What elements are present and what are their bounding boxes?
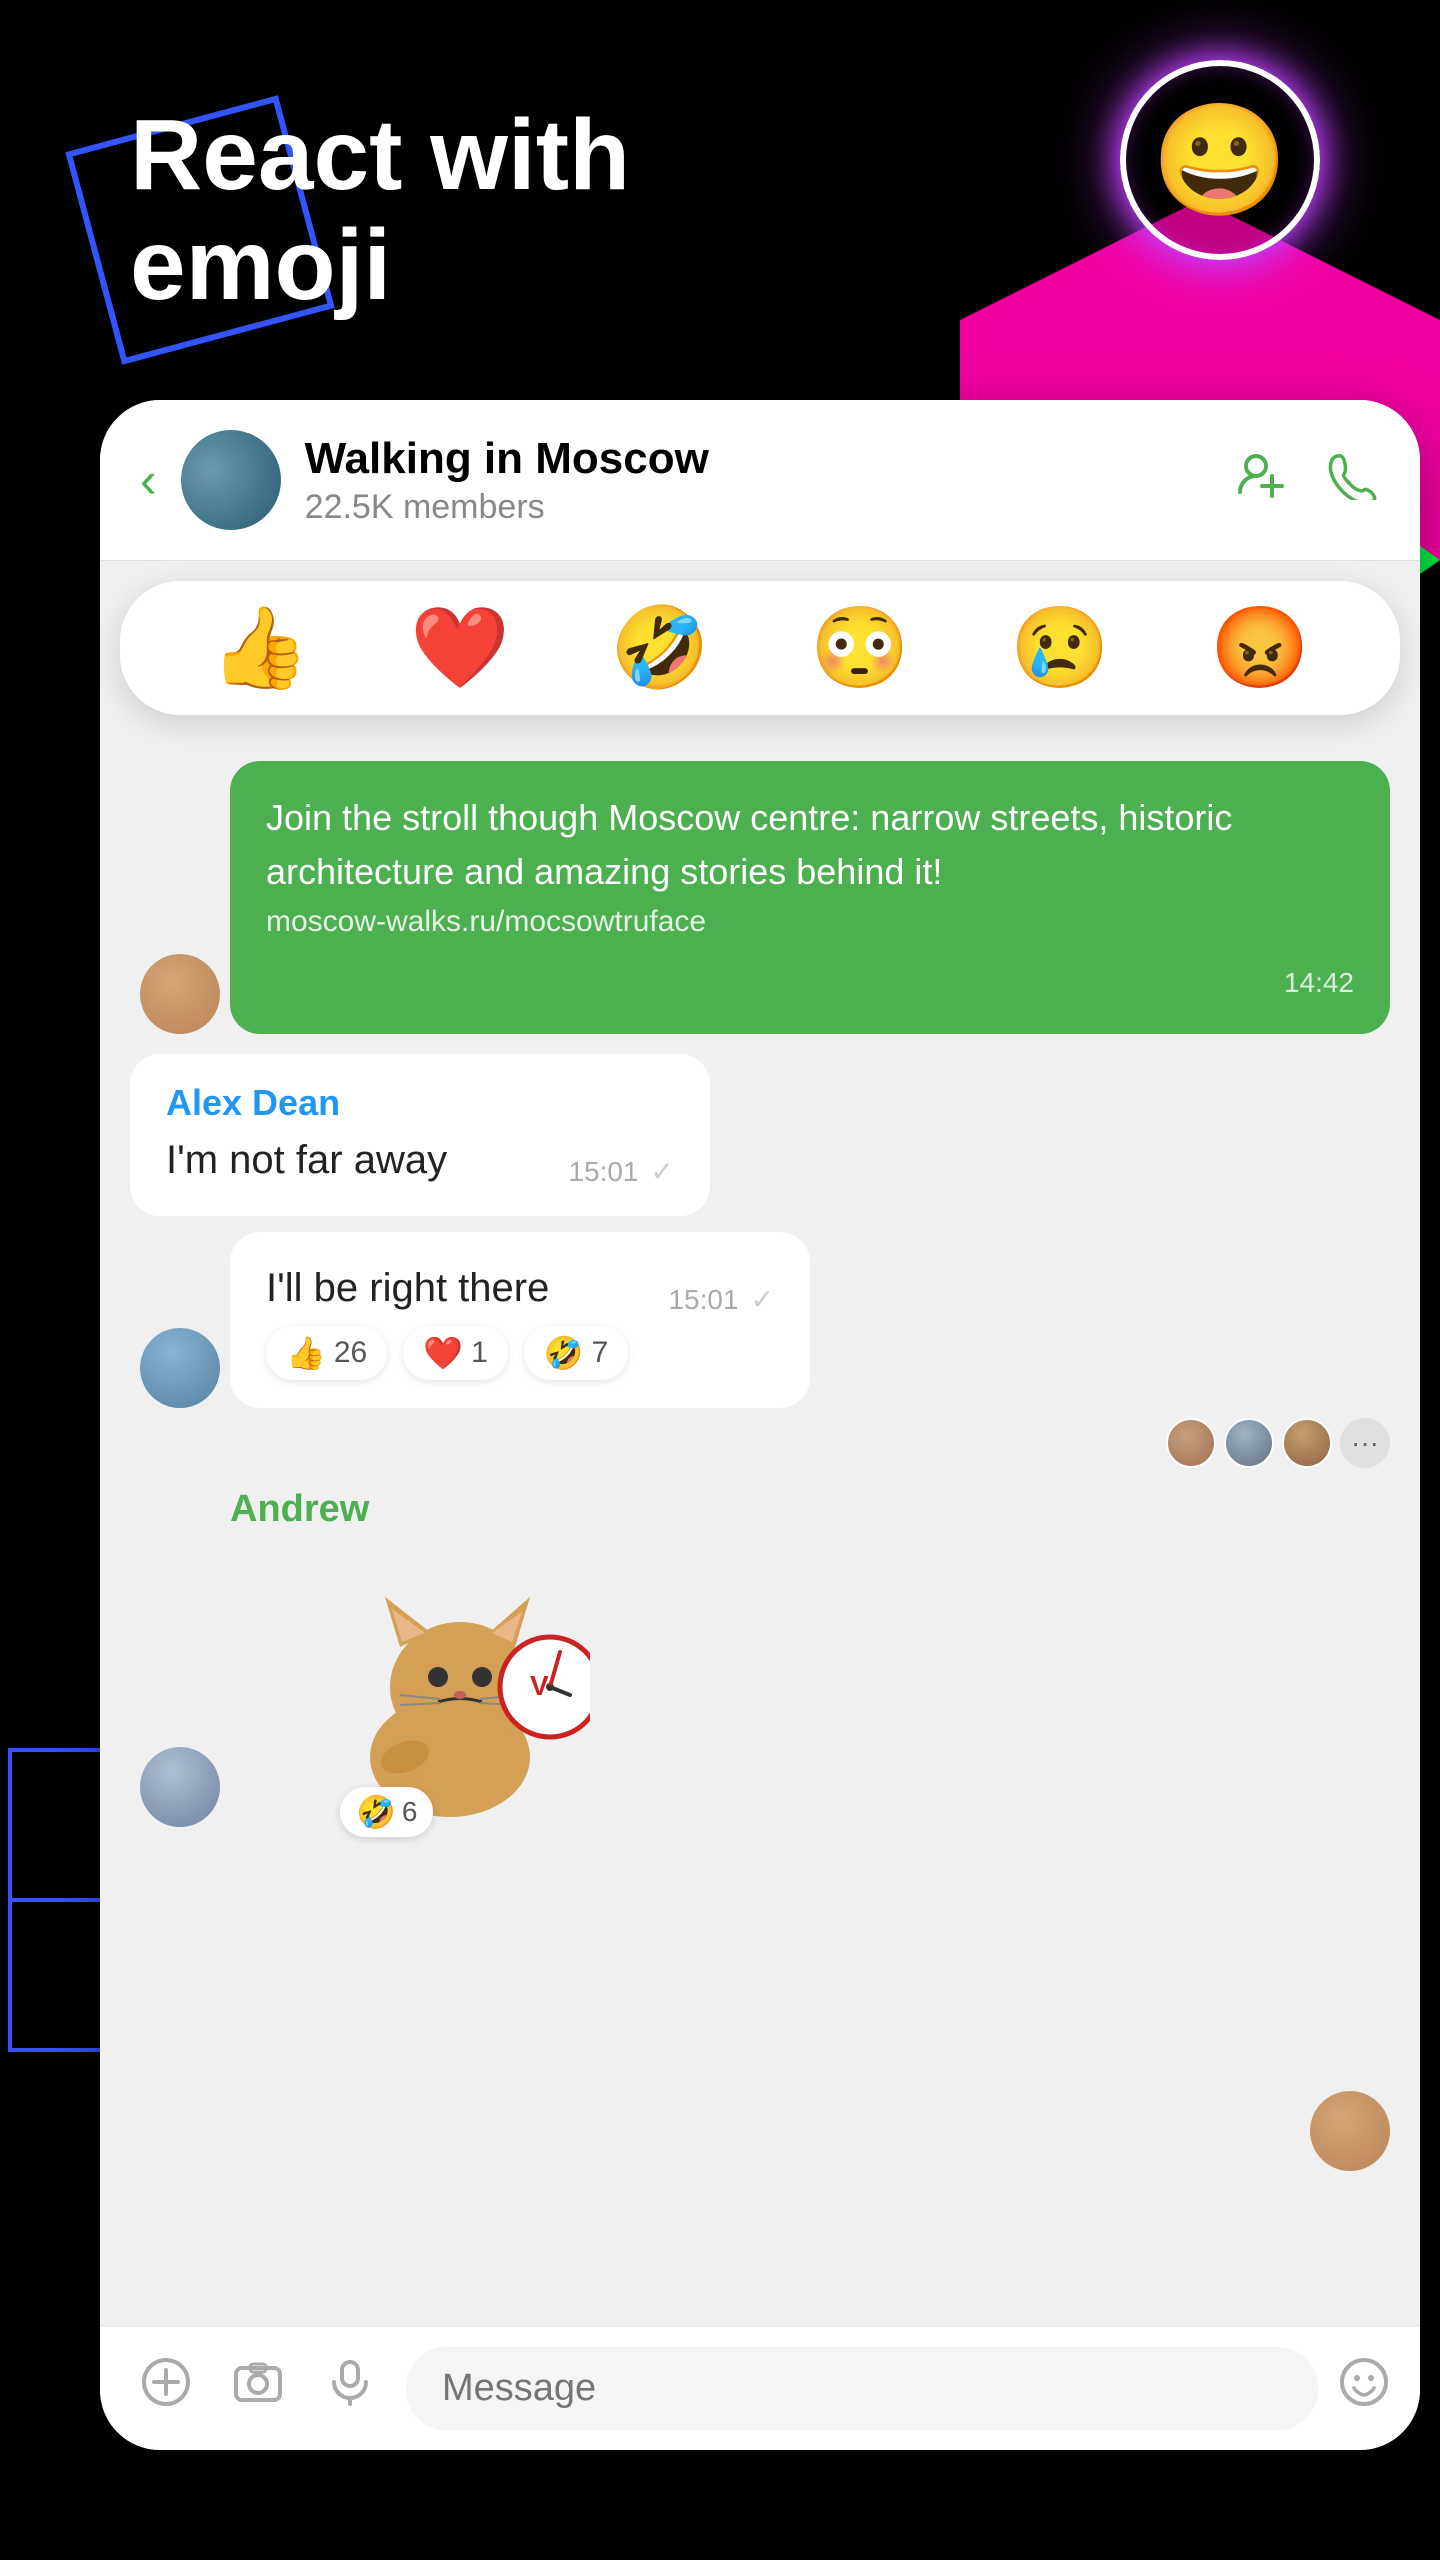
- green-message-time: 14:42: [1284, 962, 1354, 1004]
- svg-text:V: V: [530, 1670, 549, 1701]
- emoji-reaction-bar: 👍 ❤️ 🤣 😳 😢 😡: [120, 581, 1400, 715]
- right-there-bubble: I'll be right there 15:01 ✓ 👍26 ❤️1 🤣7: [230, 1232, 810, 1408]
- alex-dean-tick: ✓: [651, 1155, 674, 1188]
- sticker-row: V 🤣6: [230, 1547, 1390, 1827]
- reactions-row: 👍26 ❤️1 🤣7: [266, 1326, 774, 1380]
- chat-name: Walking in Moscow: [305, 434, 1212, 484]
- reaction-pill-thumbs[interactable]: 👍26: [266, 1326, 387, 1380]
- green-message-text: Join the stroll though Moscow centre: na…: [266, 791, 1354, 899]
- reaction-angry[interactable]: 😡: [1210, 601, 1310, 695]
- reaction-pill-heart[interactable]: ❤️1: [403, 1326, 508, 1380]
- microphone-button[interactable]: [314, 2356, 386, 2421]
- right-there-message-row: I'll be right there 15:01 ✓ 👍26 ❤️1 🤣7: [230, 1232, 1390, 1408]
- reaction-cry[interactable]: 😢: [1010, 601, 1110, 695]
- message-input[interactable]: [406, 2347, 1318, 2430]
- right-there-tick: ✓: [751, 1283, 774, 1316]
- chat-info: Walking in Moscow 22.5K members: [305, 434, 1212, 527]
- sticker-cat: V 🤣6: [330, 1547, 590, 1827]
- andrew-avatar: [140, 1747, 220, 1827]
- sender-avatar-2: [140, 1328, 220, 1408]
- chat-input-bar: [100, 2326, 1420, 2450]
- sticker-reaction-pill[interactable]: 🤣6: [340, 1787, 433, 1837]
- add-member-button[interactable]: [1236, 448, 1288, 513]
- green-message-row: Join the stroll though Moscow centre: na…: [230, 761, 1390, 1034]
- alex-dean-time: 15:01: [568, 1156, 638, 1188]
- viewers-more[interactable]: ···: [1340, 1418, 1390, 1468]
- viewer-avatar-1: [1166, 1418, 1216, 1468]
- chat-body[interactable]: 👍 ❤️ 🤣 😳 😢 😡 Join the stroll though Mosc…: [100, 561, 1420, 2311]
- green-message-link: moscow-walks.ru/mocsowtruface: [266, 899, 1354, 944]
- alex-dean-text: I'm not far away: [166, 1132, 447, 1188]
- neon-emoji: 😀: [1152, 96, 1289, 225]
- chat-avatar: [181, 430, 281, 530]
- alex-dean-bubble: Alex Dean I'm not far away 15:01 ✓: [130, 1054, 710, 1216]
- neon-emoji-icon: 😀: [1120, 60, 1320, 260]
- green-bubble: Join the stroll though Moscow centre: na…: [230, 761, 1390, 1034]
- reaction-heart[interactable]: ❤️: [410, 601, 510, 695]
- call-button[interactable]: [1328, 448, 1380, 513]
- hero-title: React with emoji: [130, 100, 630, 320]
- viewers-row: ···: [130, 1418, 1390, 1468]
- right-side-avatar: [1310, 2091, 1390, 2171]
- sender-avatar-1: [140, 954, 220, 1034]
- right-there-time: 15:01: [668, 1284, 738, 1316]
- back-button[interactable]: ‹: [140, 455, 157, 505]
- right-there-text: I'll be right there: [266, 1260, 549, 1316]
- chat-window: ‹ Walking in Moscow 22.5K members: [100, 400, 1420, 2450]
- header-actions: [1236, 448, 1380, 513]
- viewer-avatar-3: [1282, 1418, 1332, 1468]
- emoji-picker-button[interactable]: [1338, 2356, 1390, 2421]
- reaction-pill-rofl[interactable]: 🤣7: [524, 1326, 629, 1380]
- add-attachment-button[interactable]: [130, 2356, 202, 2421]
- photo-button[interactable]: [222, 2356, 294, 2421]
- chat-header: ‹ Walking in Moscow 22.5K members: [100, 400, 1420, 561]
- reaction-rofl[interactable]: 🤣: [610, 601, 710, 695]
- chat-members: 22.5K members: [305, 488, 1212, 527]
- reaction-thumbs-up[interactable]: 👍: [210, 601, 310, 695]
- viewer-avatar-2: [1224, 1418, 1274, 1468]
- andrew-section-name: Andrew: [230, 1488, 1390, 1531]
- alex-dean-message-row: Alex Dean I'm not far away 15:01 ✓: [130, 1054, 1390, 1216]
- alex-dean-name: Alex Dean: [166, 1082, 674, 1124]
- reaction-eyes[interactable]: 😳: [810, 601, 910, 695]
